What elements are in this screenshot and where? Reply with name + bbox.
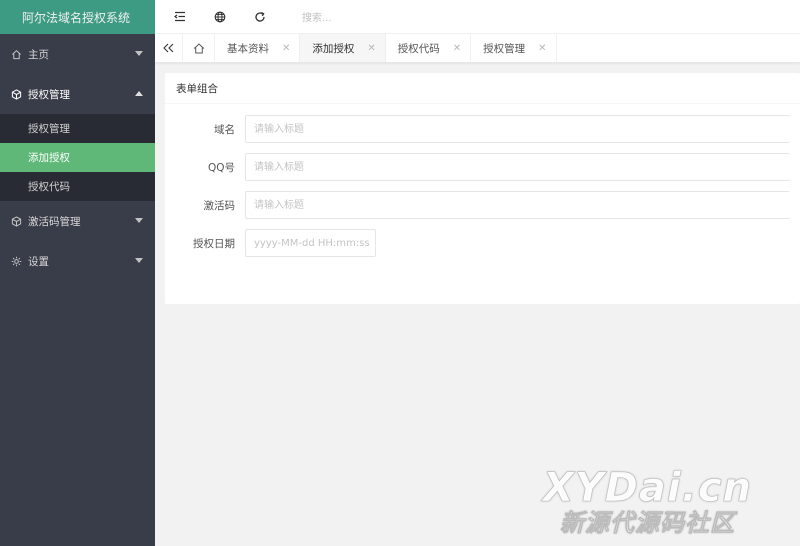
tab-basic-info[interactable]: 基本资料 ✕ <box>215 34 301 62</box>
submenu-auth-management: 授权管理 添加授权 授权代码 <box>0 114 155 201</box>
form-card: 表单组合 域名 QQ号 激活码 授权日期 <box>165 73 800 304</box>
card-title: 表单组合 <box>165 73 800 104</box>
form-row-activation-code: 激活码 <box>165 191 790 219</box>
globe-icon <box>214 11 226 22</box>
tab-label: 添加授权 <box>312 42 355 55</box>
tab-auth-management[interactable]: 授权管理 ✕ <box>471 34 557 62</box>
chevron-down-icon <box>135 51 143 56</box>
sidebar-item-label: 主页 <box>28 48 49 61</box>
watermark: XYDai.cn 新源代源码社区 <box>543 468 752 538</box>
refresh-icon <box>255 11 265 22</box>
sidebar-item-settings[interactable]: 设置 <box>0 241 155 281</box>
sidebar-item-auth-management[interactable]: 授权管理 <box>0 74 155 114</box>
tab-home[interactable] <box>183 34 215 62</box>
subnav-item-add-auth[interactable]: 添加授权 <box>0 143 155 172</box>
tab-label: 授权管理 <box>483 42 526 55</box>
search-input[interactable]: 搜索... <box>302 9 332 24</box>
tab-label: 授权代码 <box>397 42 440 55</box>
close-icon[interactable]: ✕ <box>367 43 375 54</box>
activation-code-input[interactable] <box>245 191 790 219</box>
form-row-domain: 域名 <box>165 115 790 143</box>
domain-input[interactable] <box>245 115 790 143</box>
sidebar-item-activation-codes[interactable]: 激活码管理 <box>0 201 155 241</box>
chevron-down-icon <box>135 258 143 263</box>
chevron-up-icon <box>135 91 143 96</box>
gear-icon <box>10 255 22 267</box>
menu-collapse-icon <box>174 11 185 22</box>
auth-date-label: 授权日期 <box>193 237 235 250</box>
chevron-down-icon <box>135 218 143 223</box>
watermark-tagline: 新源代源码社区 <box>559 509 735 538</box>
close-icon[interactable]: ✕ <box>538 43 546 54</box>
double-chevron-left-icon <box>163 43 174 53</box>
cube-icon <box>10 215 22 227</box>
domain-label: 域名 <box>214 123 235 136</box>
subnav-item-auth-management[interactable]: 授权管理 <box>0 114 155 143</box>
close-icon[interactable]: ✕ <box>282 43 290 54</box>
auth-date-input[interactable] <box>245 229 376 257</box>
home-icon <box>193 42 204 53</box>
subnav-item-auth-code[interactable]: 授权代码 <box>0 172 155 201</box>
website-button[interactable] <box>200 0 240 34</box>
sidebar-item-label: 授权管理 <box>28 88 70 101</box>
form-row-auth-date: 授权日期 <box>165 229 376 257</box>
sidebar-item-label: 激活码管理 <box>28 215 81 228</box>
home-icon <box>10 48 22 60</box>
refresh-button[interactable] <box>240 0 280 34</box>
qq-input[interactable] <box>245 153 790 181</box>
tab-auth-code[interactable]: 授权代码 ✕ <box>386 34 472 62</box>
watermark-domain: XYDai.cn <box>542 465 752 511</box>
sidebar: 阿尔法域名授权系统 主页 授权管理 授权管理 添加授权 授权代码 激活码管理 设… <box>0 0 155 546</box>
cube-icon <box>10 88 22 100</box>
menu-toggle-button[interactable] <box>160 0 200 34</box>
tabs-scroll-left-button[interactable] <box>155 34 183 62</box>
top-header: 搜索... <box>155 0 800 34</box>
qq-label: QQ号 <box>207 161 235 174</box>
form-row-qq: QQ号 <box>165 153 790 181</box>
page-tabs: 基本资料 ✕ 添加授权 ✕ 授权代码 ✕ 授权管理 ✕ <box>155 34 800 63</box>
tab-add-auth[interactable]: 添加授权 ✕ <box>300 34 386 62</box>
close-icon[interactable]: ✕ <box>453 43 461 54</box>
tab-label: 基本资料 <box>227 42 269 55</box>
sidebar-item-home[interactable]: 主页 <box>0 34 155 74</box>
app-logo-title: 阿尔法域名授权系统 <box>0 0 155 34</box>
sidebar-item-label: 设置 <box>28 255 49 268</box>
activation-code-label: 激活码 <box>203 199 236 212</box>
